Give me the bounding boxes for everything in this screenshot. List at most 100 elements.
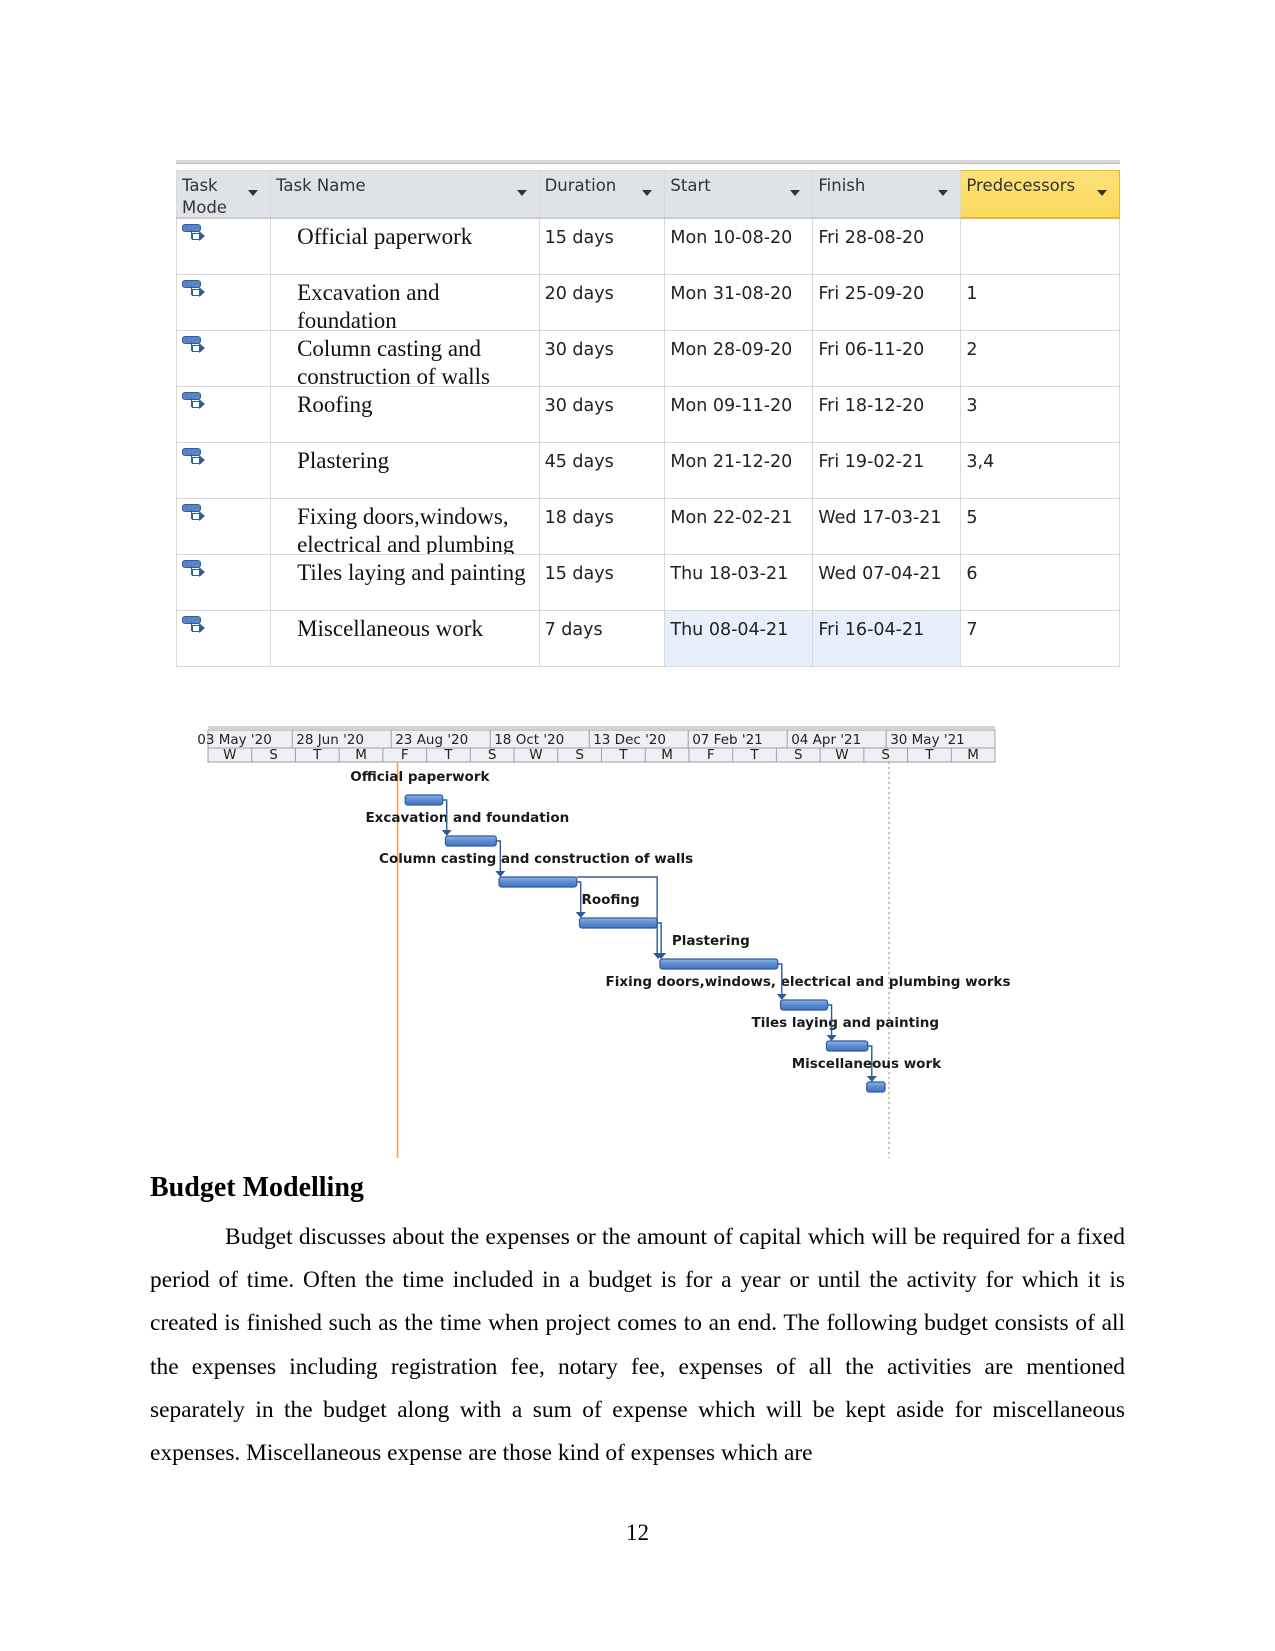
task-start: Mon 31-08-20 bbox=[670, 284, 793, 304]
cell-task-name[interactable]: Miscellaneous work bbox=[270, 610, 540, 667]
task-predecessors bbox=[961, 219, 1119, 227]
task-name: Plastering bbox=[297, 448, 390, 473]
table-row[interactable]: Column casting and construction of walls… bbox=[175, 330, 1120, 387]
cell-start[interactable]: Mon 21-12-20 bbox=[664, 442, 814, 499]
cell-predecessors[interactable] bbox=[960, 217, 1120, 275]
gantt-task-bar bbox=[825, 1040, 869, 1052]
timescale-minor-label: M bbox=[355, 747, 367, 763]
cell-predecessors[interactable]: 7 bbox=[960, 610, 1120, 667]
task-duration: 30 days bbox=[544, 396, 614, 416]
cell-task-name[interactable]: Fixing doors,windows, electrical and plu… bbox=[270, 498, 540, 555]
cell-task-mode[interactable] bbox=[175, 610, 272, 667]
section-heading: Budget Modelling bbox=[150, 1172, 364, 1203]
table-row[interactable]: Miscellaneous work 7 days Thu 08-04-21 F… bbox=[175, 610, 1120, 667]
timescale-minor-label: T bbox=[749, 747, 759, 763]
cell-finish[interactable]: Fri 16-04-21 bbox=[812, 610, 962, 667]
cell-task-mode[interactable] bbox=[175, 498, 272, 555]
dropdown-arrow-icon[interactable] bbox=[642, 190, 653, 196]
cell-predecessors[interactable]: 6 bbox=[960, 554, 1120, 611]
col-header-label: Duration bbox=[544, 176, 617, 195]
task-name: Tiles laying and painting bbox=[297, 560, 526, 585]
cell-duration[interactable]: 30 days bbox=[538, 330, 666, 387]
dropdown-arrow-icon[interactable] bbox=[1097, 190, 1107, 196]
cell-task-mode[interactable] bbox=[175, 442, 272, 499]
col-header-predecessors[interactable]: Predecessors bbox=[960, 170, 1120, 219]
dropdown-arrow-icon[interactable] bbox=[938, 190, 949, 196]
dropdown-arrow-icon[interactable] bbox=[248, 190, 259, 196]
col-header-start[interactable]: Start bbox=[664, 170, 814, 219]
task-finish: Wed 07-04-21 bbox=[818, 564, 942, 584]
cell-duration[interactable]: 20 days bbox=[538, 274, 666, 331]
col-header-label: Finish bbox=[818, 176, 866, 195]
cell-task-mode[interactable] bbox=[175, 217, 272, 275]
cell-duration[interactable]: 45 days bbox=[538, 442, 666, 499]
col-header-label: Mode bbox=[182, 198, 227, 217]
gantt-task-bar bbox=[659, 958, 779, 970]
timescale-minor-label: S bbox=[269, 747, 278, 763]
cell-task-mode[interactable] bbox=[175, 330, 272, 387]
task-duration: 45 days bbox=[544, 452, 614, 472]
cell-finish[interactable]: Wed 07-04-21 bbox=[812, 554, 962, 611]
cell-predecessors[interactable]: 3 bbox=[960, 386, 1120, 443]
cell-task-name[interactable]: Column casting and construction of walls bbox=[270, 330, 540, 387]
dropdown-arrow-icon[interactable] bbox=[790, 190, 801, 196]
cell-finish[interactable]: Wed 17-03-21 bbox=[812, 498, 962, 555]
table-row[interactable]: Fixing doors,windows, electrical and plu… bbox=[175, 498, 1120, 555]
cell-duration[interactable]: 18 days bbox=[538, 498, 666, 555]
task-duration: 20 days bbox=[544, 284, 614, 304]
task-start: Thu 18-03-21 bbox=[670, 564, 789, 584]
cell-task-mode[interactable] bbox=[175, 554, 272, 611]
auto-scheduled-task-icon bbox=[182, 616, 205, 638]
col-header-finish[interactable]: Finish bbox=[812, 170, 962, 219]
task-predecessors: 2 bbox=[966, 340, 978, 360]
cell-start[interactable]: Mon 10-08-20 bbox=[664, 217, 814, 275]
cell-start[interactable]: Thu 08-04-21 bbox=[664, 610, 814, 667]
timescale-minor-label: W bbox=[223, 747, 236, 763]
gantt-task-label: Fixing doors,windows, electrical and plu… bbox=[606, 974, 1011, 990]
cell-finish[interactable]: Fri 25-09-20 bbox=[812, 274, 962, 331]
cell-duration[interactable]: 15 days bbox=[538, 217, 666, 275]
cell-task-name[interactable]: Roofing bbox=[270, 386, 540, 443]
task-duration: 18 days bbox=[544, 508, 614, 528]
table-row[interactable]: Excavation and foundation 20 days Mon 31… bbox=[175, 274, 1120, 331]
cell-predecessors[interactable]: 3,4 bbox=[960, 442, 1120, 499]
timescale-minor-label: W bbox=[529, 747, 542, 763]
gantt-task-bar bbox=[444, 835, 497, 847]
cell-predecessors[interactable]: 2 bbox=[960, 330, 1120, 387]
cell-duration[interactable]: 30 days bbox=[538, 386, 666, 443]
table-row[interactable]: Plastering 45 days Mon 21-12-20 Fri 19-0… bbox=[175, 442, 1120, 499]
cell-start[interactable]: Mon 31-08-20 bbox=[664, 274, 814, 331]
cell-start[interactable]: Mon 28-09-20 bbox=[664, 330, 814, 387]
gantt-task-bar bbox=[578, 917, 658, 929]
cell-task-name[interactable]: Plastering bbox=[270, 442, 540, 499]
task-predecessors: 7 bbox=[966, 620, 978, 640]
cell-duration[interactable]: 15 days bbox=[538, 554, 666, 611]
cell-task-mode[interactable] bbox=[175, 386, 272, 443]
cell-finish[interactable]: Fri 06-11-20 bbox=[812, 330, 962, 387]
cell-task-mode[interactable] bbox=[175, 274, 272, 331]
cell-finish[interactable]: Fri 28-08-20 bbox=[812, 217, 962, 275]
cell-start[interactable]: Mon 22-02-21 bbox=[664, 498, 814, 555]
gantt-task-label: Plastering bbox=[672, 933, 750, 949]
dropdown-arrow-icon[interactable] bbox=[516, 190, 527, 196]
task-duration: 15 days bbox=[544, 564, 614, 584]
cell-start[interactable]: Mon 09-11-20 bbox=[664, 386, 814, 443]
cell-task-name[interactable]: Excavation and foundation bbox=[270, 274, 540, 331]
gantt-task-label: Roofing bbox=[581, 892, 639, 908]
task-predecessors: 3,4 bbox=[966, 452, 995, 472]
cell-predecessors[interactable]: 5 bbox=[960, 498, 1120, 555]
cell-predecessors[interactable]: 1 bbox=[960, 274, 1120, 331]
col-header-task-mode[interactable]: Task Mode bbox=[175, 170, 272, 219]
cell-task-name[interactable]: Official paperwork bbox=[270, 217, 540, 275]
table-row[interactable]: Tiles laying and painting 15 days Thu 18… bbox=[175, 554, 1120, 611]
cell-task-name[interactable]: Tiles laying and painting bbox=[270, 554, 540, 611]
table-row[interactable]: Official paperwork 15 days Mon 10-08-20 … bbox=[175, 217, 1120, 275]
table-row[interactable]: Roofing 30 days Mon 09-11-20 Fri 18-12-2… bbox=[175, 386, 1120, 443]
cell-finish[interactable]: Fri 19-02-21 bbox=[812, 442, 962, 499]
cell-finish[interactable]: Fri 18-12-20 bbox=[812, 386, 962, 443]
cell-duration[interactable]: 7 days bbox=[538, 610, 666, 667]
col-header-duration[interactable]: Duration bbox=[538, 170, 666, 219]
task-duration: 15 days bbox=[544, 228, 614, 248]
cell-start[interactable]: Thu 18-03-21 bbox=[664, 554, 814, 611]
col-header-task-name[interactable]: Task Name bbox=[270, 170, 540, 219]
